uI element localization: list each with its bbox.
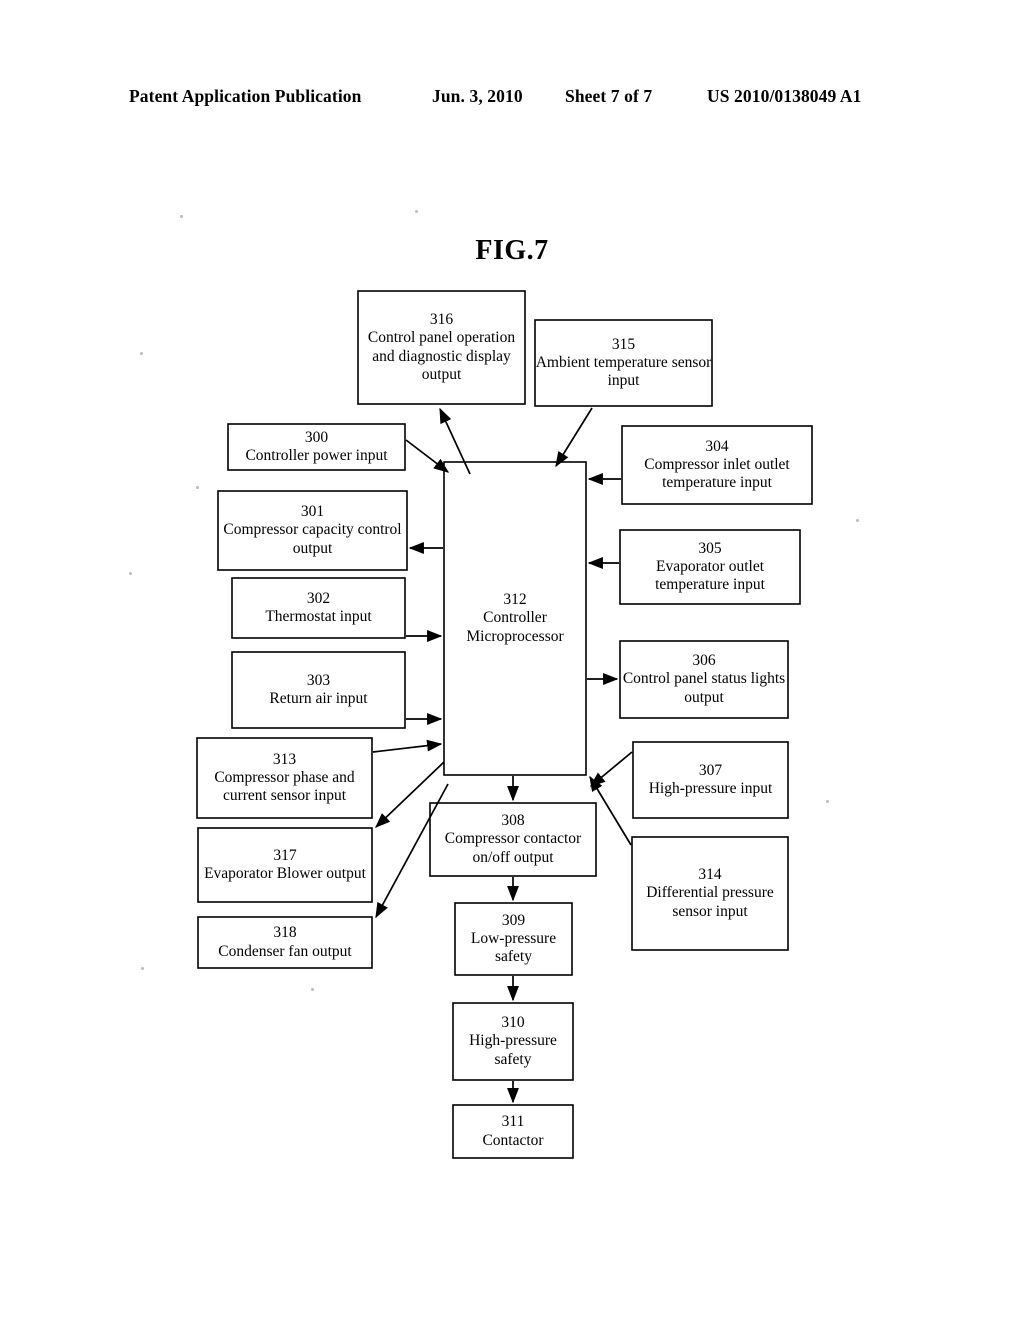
diagram-boxes — [196, 290, 813, 1159]
edge-313-to-312 — [372, 739, 443, 753]
diagram-box-318 — [197, 916, 373, 969]
scan-speck — [196, 486, 199, 489]
diagram-box-311 — [452, 1104, 574, 1159]
diagram-box-312 — [443, 461, 587, 776]
scan-speck — [129, 572, 132, 575]
diagram-box-306 — [619, 640, 789, 719]
block-diagram-canvas — [196, 290, 813, 1159]
diagram-box-310 — [452, 1002, 574, 1081]
diagram-box-304 — [621, 425, 813, 505]
scan-speck — [856, 519, 859, 522]
diagram-box-302 — [231, 577, 406, 639]
scan-speck — [826, 800, 829, 803]
diagram-box-309 — [454, 902, 573, 976]
diagram-box-305 — [619, 529, 801, 605]
diagram-box-308 — [429, 802, 597, 877]
diagram-box-303 — [231, 651, 406, 729]
edge-300-to-312 — [405, 439, 450, 473]
edge-315-to-312 — [555, 407, 593, 468]
scan-speck — [415, 210, 418, 213]
scan-speck — [141, 967, 144, 970]
patent-figure-page: Patent Application Publication Jun. 3, 2… — [0, 0, 1024, 1320]
diagram-box-307 — [632, 741, 789, 819]
scan-speck — [180, 215, 183, 218]
diagram-box-313 — [196, 737, 373, 819]
diagram-box-316 — [357, 290, 526, 405]
scan-speck — [140, 352, 143, 355]
edge-307-to-312 — [589, 751, 633, 787]
diagram-box-314 — [631, 836, 789, 951]
diagram-box-317 — [197, 827, 373, 903]
diagram-box-301 — [217, 490, 408, 571]
diagram-box-300 — [227, 423, 406, 471]
scan-speck — [311, 988, 314, 991]
diagram-box-315 — [534, 319, 713, 407]
